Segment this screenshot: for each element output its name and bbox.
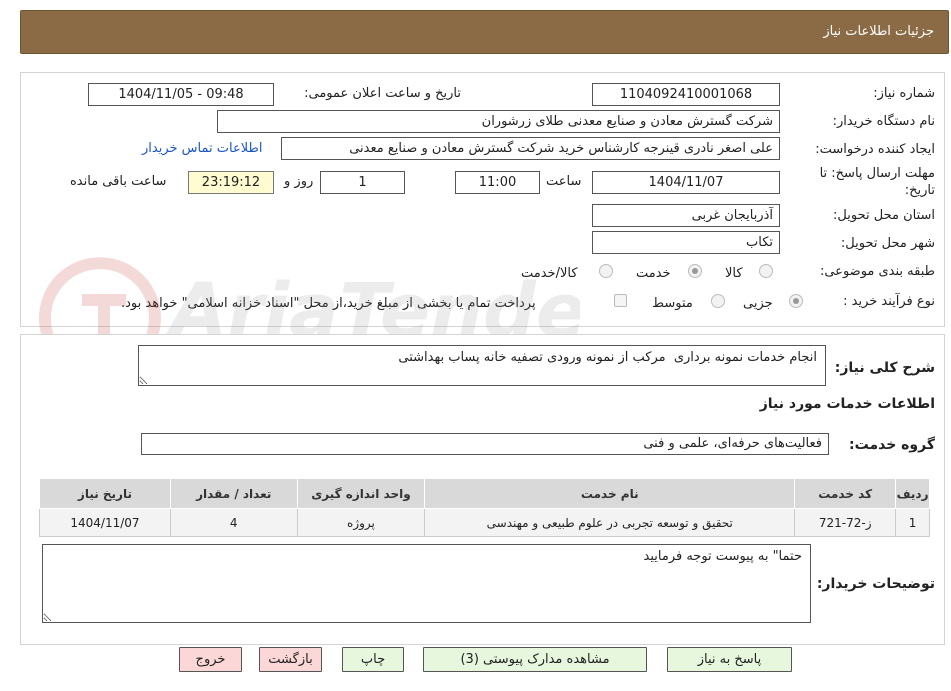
service-group-field: فعالیت‌های حرفه‌ای، علمی و فنی: [141, 433, 829, 455]
city-field: تکاب: [592, 231, 780, 254]
days-label: روز و: [284, 174, 314, 189]
description-label: شرح کلی نیاز:: [834, 360, 935, 376]
cell-row-number: 1: [895, 508, 930, 537]
cell-need-date: 1404/11/07: [39, 508, 171, 537]
buyer-org-field: شرکت گسترش معادن و صنایع معدنی طلای زرشو…: [217, 110, 780, 133]
description-field[interactable]: انجام خدمات نمونه برداری مرکب از نمونه و…: [138, 345, 826, 386]
service-group-label: گروه خدمت:: [849, 437, 935, 453]
treasury-payment-checkbox[interactable]: [614, 294, 627, 307]
cell-service-code: ز-72-721: [794, 508, 897, 537]
col-service-code: کد خدمت: [794, 478, 897, 509]
announce-date-label: تاریخ و ساعت اعلان عمومی:: [304, 86, 461, 101]
col-row-number: ردیف: [895, 478, 930, 509]
treasury-payment-note: پرداخت تمام یا بخشی از مبلغ خرید،از محل …: [121, 296, 536, 311]
deadline-time-field: 11:00: [455, 171, 540, 194]
deadline-label: مهلت ارسال پاسخ: تا: [819, 166, 935, 181]
category-radio-goods-service[interactable]: [599, 264, 613, 278]
buyer-notes-field[interactable]: حتما" به پیوست توجه فرمایید: [42, 544, 811, 623]
process-option-medium: متوسط: [652, 296, 693, 311]
days-remaining-field: 1: [320, 171, 405, 194]
table-header-row: ردیف کد خدمت نام خدمت واحد اندازه گیری ت…: [39, 478, 930, 509]
category-option-service: خدمت: [636, 266, 671, 281]
need-number-field: 1104092410001068: [592, 83, 780, 106]
attachments-button[interactable]: مشاهده مدارک پیوستی (3): [423, 647, 647, 672]
category-radio-service[interactable]: [688, 264, 702, 278]
category-option-goods-service: کالا/خدمت: [521, 266, 578, 281]
page-title: جزئیات اطلاعات نیاز: [823, 24, 934, 39]
services-table: ردیف کد خدمت نام خدمت واحد اندازه گیری ت…: [39, 478, 930, 537]
need-number-label: شماره نیاز:: [873, 86, 935, 101]
col-need-date: تاریخ نیاز: [39, 478, 171, 509]
province-field: آذربایجان غربی: [592, 204, 780, 227]
category-label: طبقه بندی موضوعی:: [819, 264, 935, 279]
buyer-notes-label: توضیحات خریدار:: [816, 576, 935, 592]
col-unit: واحد اندازه گیری: [296, 478, 426, 509]
cell-unit: پروژه: [296, 508, 426, 537]
process-radio-minor[interactable]: [789, 294, 803, 308]
buyer-contact-link[interactable]: اطلاعات تماس خریدار: [142, 141, 262, 156]
process-option-minor: جزیی: [743, 296, 773, 311]
time-label: ساعت: [546, 174, 582, 189]
cell-quantity: 4: [169, 508, 298, 537]
col-quantity: تعداد / مقدار: [169, 478, 298, 509]
province-label: استان محل تحویل:: [833, 208, 935, 223]
remaining-time-field: 23:19:12: [188, 171, 274, 194]
back-button[interactable]: بازگشت: [259, 647, 322, 672]
exit-button[interactable]: خروج: [179, 647, 242, 672]
process-label: نوع فرآیند خرید :: [843, 294, 935, 309]
category-option-goods: کالا: [725, 266, 743, 281]
city-label: شهر محل تحویل:: [840, 236, 935, 251]
category-radio-goods[interactable]: [759, 264, 773, 278]
reply-button[interactable]: پاسخ به نیاز: [667, 647, 792, 672]
deadline-date-field: 1404/11/07: [592, 171, 780, 194]
deadline-date-label: تاریخ:: [904, 183, 935, 198]
remaining-label: ساعت باقی مانده: [70, 174, 167, 189]
buyer-org-label: نام دستگاه خریدار:: [832, 114, 935, 129]
print-button[interactable]: چاپ: [342, 647, 404, 672]
requester-label: ایجاد کننده درخواست:: [815, 142, 935, 157]
table-row: 1 ز-72-721 تحقیق و توسعه تجربی در علوم ط…: [39, 508, 930, 537]
cell-service-name: تحقیق و توسعه تجربی در علوم طبیعی و مهند…: [424, 508, 796, 537]
requester-field: علی اصغر نادری قینرجه کارشناس خرید شرکت …: [281, 137, 780, 160]
announce-date-field: 1404/11/05 - 09:48: [88, 83, 274, 106]
services-section-title: اطلاعات خدمات مورد نیاز: [759, 396, 935, 412]
page-header: جزئیات اطلاعات نیاز: [20, 10, 949, 54]
process-radio-medium[interactable]: [711, 294, 725, 308]
col-service-name: نام خدمت: [424, 478, 796, 509]
